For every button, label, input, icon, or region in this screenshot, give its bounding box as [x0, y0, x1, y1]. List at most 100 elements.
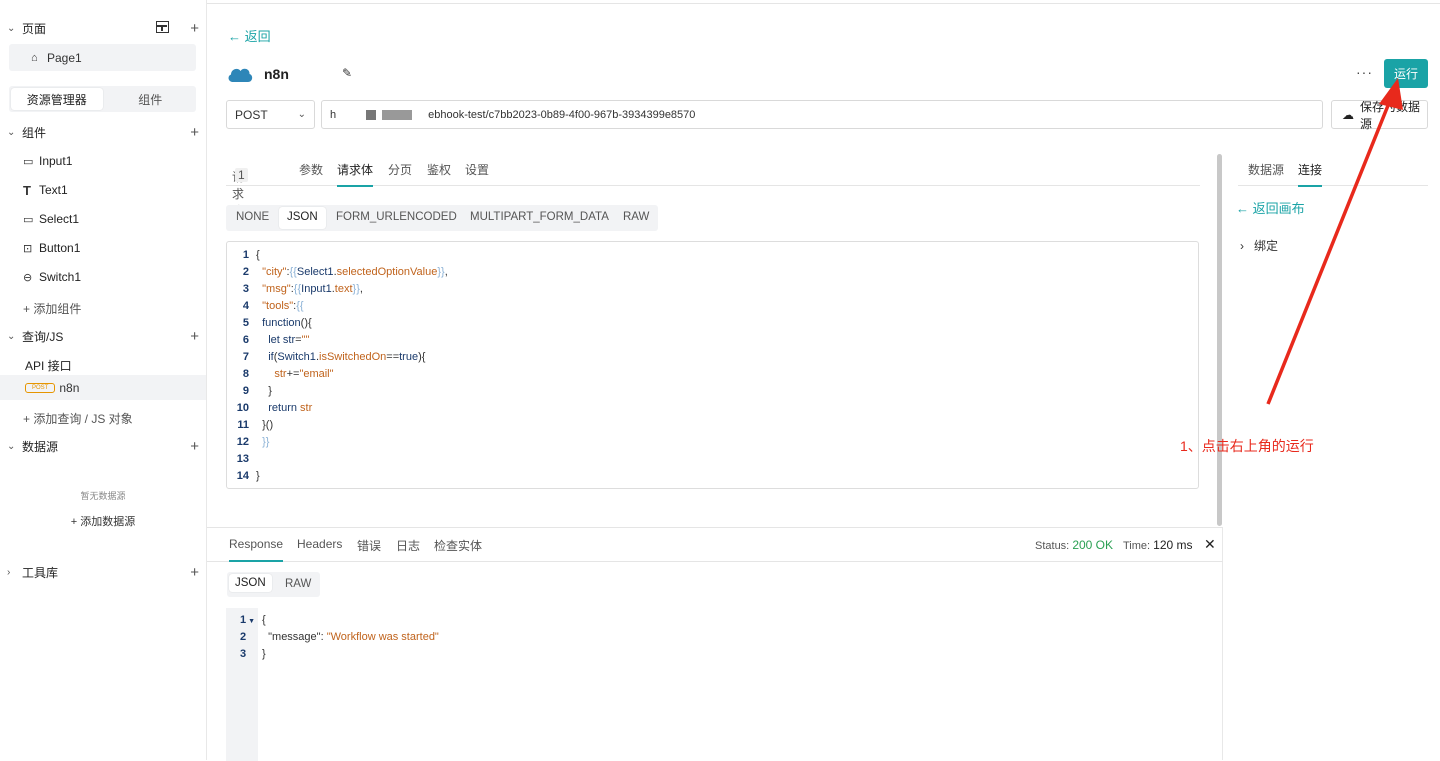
code-line: }() — [256, 419, 274, 431]
fold-arrow-icon[interactable]: ▼ — [248, 618, 255, 625]
body-type-form-urlencoded[interactable]: FORM_URLENCODED — [336, 211, 457, 223]
tab-errors[interactable]: 错误 — [357, 537, 381, 554]
tab-inspect[interactable]: 检查实体 — [434, 537, 482, 554]
arrow-left-icon: ← — [1236, 201, 1253, 216]
pages-section-header[interactable]: ⌄ 页面 + — [0, 16, 207, 40]
tab-components[interactable]: 组件 — [105, 86, 197, 112]
line-number: 2 — [240, 631, 247, 643]
cloud-icon — [228, 68, 253, 82]
text-icon: T — [23, 182, 31, 198]
run-button[interactable]: 运行 — [1384, 59, 1428, 88]
bind-section[interactable]: › 绑定 — [1240, 237, 1278, 254]
code-line: "msg":{{Input1.text}}, — [262, 283, 363, 295]
plus-icon: + — [70, 516, 81, 528]
add-query-icon[interactable]: + — [190, 328, 199, 345]
pages-title: 页面 — [22, 21, 47, 36]
component-text1[interactable]: T Text1 — [23, 179, 68, 201]
button-icon: ⊡ — [23, 242, 33, 255]
method-select[interactable]: POST ⌄ — [226, 100, 315, 129]
edit-pencil-icon[interactable]: ✎ — [342, 66, 352, 80]
tab-settings[interactable]: 设置 — [465, 161, 489, 178]
body-type-none[interactable]: NONE — [236, 211, 269, 223]
cloud-upload-icon: ☁ — [1342, 107, 1354, 122]
request-tabs: 请求头1 参数 请求体 分页 鉴权 设置 — [226, 154, 1200, 218]
tab-resp-headers[interactable]: Headers — [297, 537, 342, 551]
add-component-icon[interactable]: + — [190, 124, 199, 141]
query-section-header[interactable]: ⌄ 查询/JS + — [0, 324, 207, 348]
chevron-right-icon: › — [1240, 239, 1244, 253]
close-icon[interactable]: ✕ — [1204, 536, 1216, 553]
top-border — [0, 0, 1440, 4]
tab-auth[interactable]: 鉴权 — [427, 161, 451, 178]
line-number: 10 — [236, 402, 249, 414]
component-select1[interactable]: ▭ Select1 — [23, 208, 79, 230]
more-options-icon[interactable]: ··· — [1356, 64, 1373, 80]
component-button1[interactable]: ⊡ Button1 — [23, 237, 80, 259]
response-value: "Workflow was started" — [326, 631, 439, 643]
add-query-link[interactable]: + 添加查询 / JS 对象 — [23, 410, 133, 427]
back-to-canvas-link[interactable]: ← 返回画布 — [1236, 198, 1305, 217]
line-number-text: 1 — [240, 614, 247, 626]
datasource-section-header[interactable]: ⌄ 数据源 + — [0, 434, 207, 458]
arrow-left-icon: ← — [228, 29, 245, 44]
component-input1[interactable]: ▭ Input1 — [23, 150, 72, 172]
redacted-block — [382, 109, 413, 120]
code-line: } — [256, 385, 272, 397]
url-suffix: ebhook-test/c7bb2023-0b89-4f00-967b-3934… — [428, 108, 696, 121]
time-label: Time: — [1123, 540, 1151, 552]
tab-response[interactable]: Response — [229, 537, 284, 562]
status-label: Status: — [1035, 540, 1070, 552]
tab-connection[interactable]: 连接 — [1298, 161, 1323, 187]
body-type-json[interactable]: JSON — [279, 207, 326, 229]
page-item-page1[interactable]: ⌂ Page1 — [9, 44, 196, 71]
add-component-label: 添加组件 — [33, 302, 82, 316]
components-section-header[interactable]: ⌄ 组件 + — [0, 120, 207, 144]
datasource-title: 数据源 — [22, 439, 59, 454]
input-icon: ▭ — [23, 155, 34, 168]
url-prefix: h — [330, 108, 337, 121]
line-number: 2 — [242, 266, 249, 278]
toolbox-title: 工具库 — [22, 565, 59, 580]
tab-body[interactable]: 请求体 — [337, 161, 374, 187]
resp-type-raw[interactable]: RAW — [285, 578, 311, 590]
response-tabs: Response Headers 错误 日志 检查实体 Status: 200 … — [207, 528, 1223, 562]
body-type-raw[interactable]: RAW — [623, 211, 649, 223]
page-item-label: Page1 — [47, 50, 82, 65]
tab-params[interactable]: 参数 — [299, 161, 323, 178]
code-line: function(){ — [262, 317, 312, 329]
add-page-icon[interactable]: + — [190, 20, 199, 37]
vertical-scrollbar[interactable] — [1217, 154, 1222, 526]
line-number: 5 — [242, 317, 249, 329]
line-number: 12 — [236, 436, 249, 448]
toolbox-section-header[interactable]: › 工具库 + — [0, 560, 207, 584]
code-line: if(Switch1.isSwitchedOn==true){ — [268, 351, 426, 363]
save-as-datasource-button[interactable]: ☁ 保存为数据源 — [1331, 99, 1428, 131]
component-label: Button1 — [39, 241, 81, 255]
plus-icon: + — [23, 302, 34, 316]
chevron-down-icon: ⌄ — [297, 109, 306, 120]
add-tool-icon[interactable]: + — [190, 564, 199, 581]
save-label: 保存为数据源 — [1360, 99, 1421, 131]
api-item-n8n[interactable]: POST n8n — [0, 375, 206, 400]
tab-datasource[interactable]: 数据源 — [1248, 161, 1284, 178]
code-line: { — [256, 249, 260, 261]
add-datasource-link[interactable]: + 添加数据源 — [0, 513, 206, 529]
resp-type-json[interactable]: JSON — [229, 574, 272, 592]
body-type-multipart[interactable]: MULTIPART_FORM_DATA — [470, 211, 609, 223]
request-body-editor[interactable]: 1 2 3 4 5 6 7 8 9 10 11 12 13 14 { "city… — [226, 241, 1199, 489]
url-input[interactable]: h ebhook-test/c7bb2023-0b89-4f00-967b-39… — [321, 100, 1323, 129]
time-readout: Time: 120 ms — [1123, 538, 1193, 552]
right-panel-tabs: 数据源 连接 — [1238, 154, 1428, 187]
method-value: POST — [235, 107, 268, 122]
tab-resource-manager[interactable]: 资源管理器 — [11, 88, 103, 110]
tab-logs[interactable]: 日志 — [396, 537, 420, 554]
layout-icon[interactable] — [156, 21, 169, 33]
add-datasource-icon[interactable]: + — [190, 438, 199, 455]
query-title: 查询/JS — [22, 329, 64, 344]
back-link[interactable]: ← 返回 — [228, 26, 271, 45]
code-line: return str — [268, 402, 313, 414]
line-number: 11 — [237, 419, 249, 431]
component-switch1[interactable]: ⊖ Switch1 — [23, 266, 81, 288]
tab-pagination[interactable]: 分页 — [388, 161, 412, 178]
add-component-link[interactable]: + 添加组件 — [23, 300, 81, 317]
